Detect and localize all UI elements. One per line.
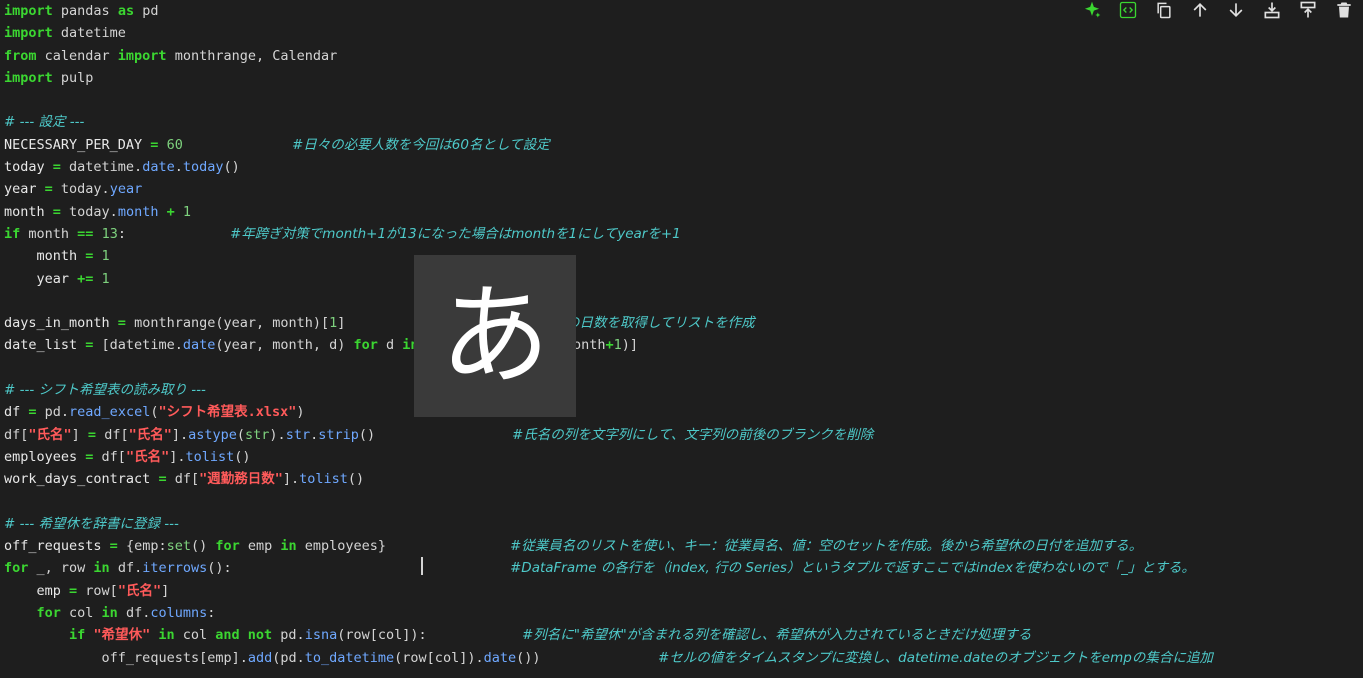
code-comment: #DataFrame の各行を（index, 行の Series）というタプルで… — [510, 560, 1195, 577]
code-line: year += 1 — [36, 270, 110, 287]
copy-cell-button[interactable] — [1151, 0, 1177, 24]
code-line: import pulp — [4, 69, 94, 86]
code-comment: #列名に"希望休"が含まれる列を確認し、希望休が入力されているときだけ処理する — [522, 627, 1032, 644]
gemini-button[interactable] — [1079, 0, 1105, 24]
code-line: employees = df["氏名"].tolist() — [4, 448, 251, 465]
code-comment: #セルの値をタイムスタンプに変換し、datetime.dateのオブジェクトをe… — [658, 649, 1213, 666]
text-cursor — [421, 557, 423, 575]
code-line: for _, row in df.iterrows(): #DataFrame の… — [4, 557, 1363, 579]
code-comment: # --- シフト希望表の読み取り --- — [4, 382, 206, 399]
code-line: month = today.month + 1 — [4, 203, 191, 220]
move-cell-up-button[interactable] — [1187, 0, 1213, 24]
code-toggle-button[interactable] — [1115, 0, 1141, 24]
code-comment: # --- 希望休を辞書に登録 --- — [4, 515, 179, 532]
trash-icon — [1334, 0, 1354, 24]
code-comment: #氏名の列を文字列にして、文字列の前後のブランクを削除 — [512, 426, 874, 443]
code-line: off_requests = {emp:set() for emp in emp… — [4, 535, 1363, 557]
code-line: # --- 希望休を辞書に登録 --- — [4, 513, 1363, 535]
code-line: if "希望休" in col and not pd.isna(row[col]… — [4, 624, 1363, 646]
code-icon — [1118, 0, 1138, 24]
add-cell-above-icon — [1298, 0, 1318, 24]
add-cell-above-button[interactable] — [1295, 0, 1321, 24]
code-line: df["氏名"] = df["氏名"].astype(str).str.stri… — [4, 424, 1363, 446]
code-comment: # --- 設定 --- — [4, 114, 85, 131]
delete-cell-button[interactable] — [1331, 0, 1357, 24]
copy-icon — [1154, 0, 1174, 24]
code-line: # --- 設定 --- — [4, 111, 1363, 133]
code-line: work_days_contract = df["週勤務日数"].tolist(… — [4, 471, 365, 488]
arrow-down-icon — [1226, 0, 1246, 24]
add-cell-below-button[interactable] — [1259, 0, 1285, 24]
code-comment: #日々の必要人数を今回は60名として設定 — [292, 136, 550, 153]
code-cell-editor[interactable]: import pandas as pd import datetime from… — [4, 0, 1363, 669]
cell-toolbar — [1079, 0, 1357, 24]
code-line: # --- シフト希望表の読み取り --- — [4, 379, 1363, 401]
code-line: df = pd.read_excel("シフト希望表.xlsx") — [4, 404, 305, 421]
sparkle-icon — [1082, 0, 1102, 24]
code-comment: #年跨ぎ対策でmonth+1が13になった場合はmonthを1にしてyearを+… — [230, 225, 681, 242]
move-cell-down-button[interactable] — [1223, 0, 1249, 24]
ime-mode-indicator: あ — [414, 255, 576, 417]
code-line: from calendar import monthrange, Calenda… — [4, 47, 338, 64]
code-line: days_in_month = monthrange(year, month)[… — [4, 312, 1363, 334]
code-comment: #従業員名のリストを使い、キー：従業員名、値：空のセットを作成。後から希望休の日… — [510, 538, 1143, 555]
code-line: NECESSARY_PER_DAY = 60 #日々の必要人数を今回は60名として… — [4, 134, 1363, 156]
code-line: if month == 13: #年跨ぎ対策でmonth+1が13になった場合はm… — [4, 223, 1363, 245]
code-line: year = today.year — [4, 181, 143, 198]
code-line: today = datetime.date.today() — [4, 159, 240, 176]
code-line: month = 1 — [36, 248, 110, 265]
code-line: off_requests[emp].add(pd.to_datetime(row… — [4, 647, 1363, 669]
code-line: emp = row["氏名"] — [36, 582, 170, 599]
ime-char: あ — [440, 272, 550, 400]
add-cell-below-icon — [1262, 0, 1282, 24]
code-line: for col in df.columns: — [36, 605, 216, 622]
code-line: import datetime — [4, 25, 126, 42]
arrow-up-icon — [1190, 0, 1210, 24]
code-line: date_list = [datetime.date(year, month, … — [4, 337, 639, 354]
